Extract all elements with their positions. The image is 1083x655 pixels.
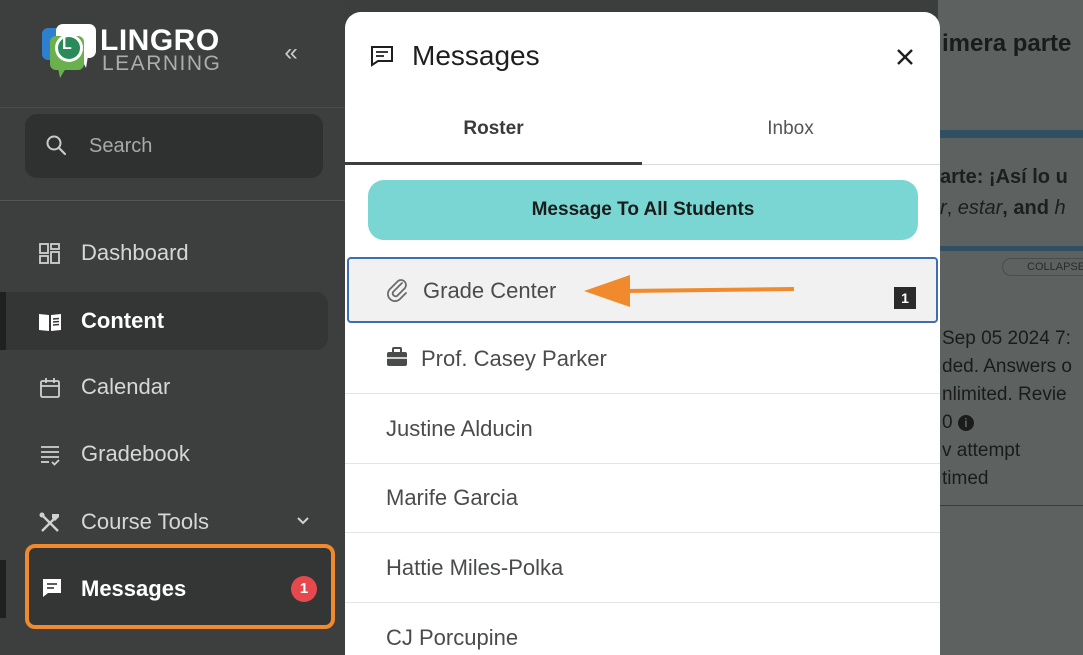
- chevron-down-icon[interactable]: [294, 512, 312, 530]
- page-divider: [938, 505, 1083, 506]
- sidebar-divider: [0, 200, 345, 201]
- assignment-timed: timed: [942, 468, 989, 489]
- brand-header: L LINGRO LEARNING «: [0, 0, 345, 108]
- close-icon[interactable]: [890, 42, 920, 72]
- collapse-button[interactable]: COLLAPSE: [1002, 258, 1083, 276]
- roster-name: Hattie Miles-Polka: [386, 555, 564, 580]
- sidebar-item-calendar[interactable]: Calendar: [0, 358, 330, 416]
- page-title: imera parte: [942, 30, 1072, 57]
- roster-name: Grade Center: [423, 278, 557, 303]
- background-page: imera parte arte: ¡Así lo u r, estar, an…: [938, 0, 1083, 655]
- page-divider: [938, 246, 1083, 251]
- subheading-italic: h: [1054, 197, 1066, 219]
- roster-row[interactable]: Hattie Miles-Polka: [345, 534, 940, 603]
- subheading-italic: r: [940, 197, 947, 219]
- logo-letter: L: [62, 36, 72, 53]
- sidebar-item-label: Dashboard: [81, 240, 189, 265]
- tools-icon: [39, 512, 59, 532]
- page-divider: [938, 130, 1083, 138]
- message-icon: [371, 46, 393, 67]
- tab-inbox[interactable]: Inbox: [642, 97, 939, 165]
- book-icon: [39, 314, 61, 331]
- tab-roster[interactable]: Roster: [345, 97, 642, 165]
- dashboard-icon: [39, 243, 60, 264]
- subheading-conjunction: , and: [1002, 197, 1055, 219]
- paperclip-icon: [387, 279, 407, 302]
- assignment-info: ded. Answers o: [942, 356, 1072, 377]
- sidebar-item-label: Calendar: [81, 374, 171, 399]
- search-icon: [46, 135, 67, 156]
- arrow-annotation-icon: [584, 275, 795, 307]
- message-all-students-button[interactable]: Message To All Students: [368, 180, 918, 240]
- subheading-italic: estar: [957, 197, 1003, 219]
- points-value: 0: [942, 412, 953, 433]
- section-subheading: r, estar, and h: [940, 197, 1066, 220]
- search-box[interactable]: [25, 114, 323, 178]
- messages-panel: Messages Roster Inbox Message To All Stu…: [345, 12, 940, 655]
- roster-name: Marife Garcia: [386, 485, 519, 510]
- message-icon: [43, 579, 61, 597]
- roster-row-instructor[interactable]: Prof. Casey Parker: [345, 325, 940, 394]
- panel-header: Messages: [345, 12, 940, 97]
- sidebar: L LINGRO LEARNING « Dashboard Conte: [0, 0, 345, 655]
- panel-tabs: Roster Inbox: [345, 97, 940, 165]
- sidebar-item-label: Messages: [81, 576, 187, 601]
- sidebar-item-label: Gradebook: [81, 441, 190, 466]
- roster-name: Justine Alducin: [386, 416, 533, 441]
- sidebar-item-content[interactable]: Content: [0, 292, 328, 350]
- assignment-points: 0 i: [942, 412, 974, 434]
- sidebar-item-label: Course Tools: [81, 509, 209, 534]
- roster-row[interactable]: CJ Porcupine: [345, 604, 940, 655]
- calendar-icon: [40, 378, 60, 398]
- sidebar-item-gradebook[interactable]: Gradebook: [0, 425, 330, 483]
- lingro-logo[interactable]: L LINGRO LEARNING: [40, 22, 230, 82]
- roster-name: Prof. Casey Parker: [421, 346, 607, 371]
- collapse-sidebar-button[interactable]: «: [276, 38, 306, 68]
- assignment-info: nlimited. Revie: [942, 384, 1067, 406]
- unread-badge: 1: [291, 576, 317, 602]
- unread-count: 1: [894, 287, 916, 309]
- subheading-separator: ,: [946, 197, 958, 219]
- roster-row-grade-center[interactable]: Grade Center 1: [347, 257, 938, 323]
- sidebar-item-label: Content: [81, 308, 165, 333]
- briefcase-icon: [387, 347, 407, 366]
- search-input[interactable]: [89, 130, 309, 162]
- roster-row[interactable]: Marife Garcia: [345, 464, 940, 533]
- assignment-info-text: nlimited. Revie: [942, 384, 1067, 405]
- sidebar-item-dashboard[interactable]: Dashboard: [0, 224, 330, 282]
- assignment-date: Sep 05 2024 7:: [942, 328, 1071, 349]
- sidebar-item-messages[interactable]: Messages 1: [0, 544, 335, 629]
- brand-subtitle: LEARNING: [102, 52, 222, 75]
- assignment-attempt: v attempt: [942, 440, 1021, 461]
- roster-name: CJ Porcupine: [386, 625, 519, 650]
- sidebar-item-course-tools[interactable]: Course Tools: [0, 493, 330, 551]
- gradebook-icon: [41, 446, 60, 466]
- section-heading: arte: ¡Así lo u: [940, 166, 1068, 188]
- panel-title: Messages: [412, 40, 540, 71]
- info-icon[interactable]: i: [957, 415, 974, 431]
- roster-row[interactable]: Justine Alducin: [345, 395, 940, 464]
